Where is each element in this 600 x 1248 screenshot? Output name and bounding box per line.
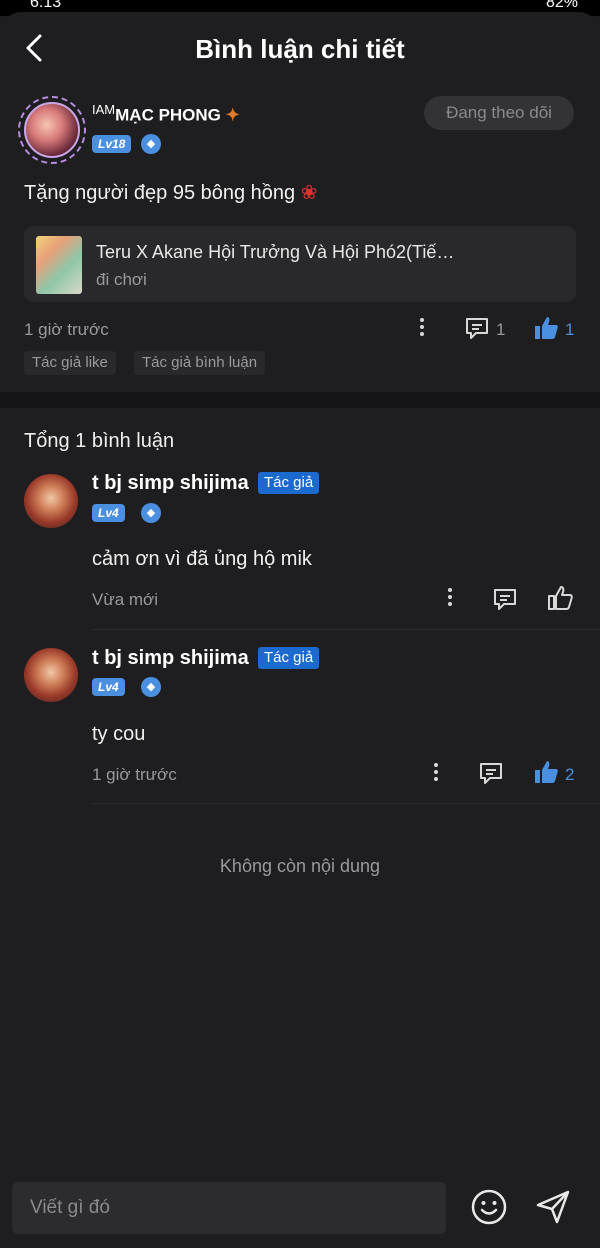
page-title: Bình luận chi tiết: [195, 34, 405, 64]
shield-icon: ◆: [141, 677, 161, 697]
commenter-name[interactable]: t bj simp shijima: [92, 472, 249, 495]
comment-icon[interactable]: [492, 586, 518, 612]
comment-icon[interactable]: [464, 315, 490, 341]
commenter-avatar[interactable]: [24, 648, 78, 702]
level-badge: Lv4: [92, 678, 125, 696]
story-title: Teru X Akane Hội Trưởng Và Hội Phó2(Tiế…: [96, 242, 455, 262]
shield-icon: ◆: [141, 134, 161, 154]
post-like-count: 1: [565, 320, 575, 339]
comment-icon[interactable]: [478, 760, 504, 786]
tag-author-comment: Tác giả bình luận: [134, 351, 266, 375]
level-badge: Lv4: [92, 504, 125, 522]
linked-story-card[interactable]: Teru X Akane Hội Trưởng Và Hội Phó2(Tiế……: [24, 226, 576, 302]
send-icon[interactable]: [534, 1188, 572, 1226]
post-time: 1 giờ trước: [24, 320, 109, 339]
section-separator: [0, 392, 600, 408]
like-icon[interactable]: [532, 314, 560, 342]
follow-button[interactable]: Đang theo dõi: [424, 96, 574, 130]
author-prefix: IAM: [92, 102, 116, 117]
story-thumbnail: [36, 236, 82, 294]
commenter-avatar[interactable]: [24, 474, 78, 528]
like-icon[interactable]: [546, 584, 574, 612]
avatar[interactable]: [24, 102, 80, 158]
leaf-icon: ✦: [220, 105, 240, 125]
comment-divider: [92, 629, 600, 630]
post-comment-count: 1: [496, 320, 506, 339]
comment-input[interactable]: [12, 1182, 446, 1234]
comment-text: ty cou: [92, 723, 146, 745]
comment-time: 1 giờ trước: [92, 765, 177, 784]
like-icon[interactable]: [532, 758, 560, 786]
comment-text: cảm ơn vì đã ủng hộ mik: [92, 548, 312, 570]
post: IAMMẠC PHONG ✦ Lv18 ◆ Đang theo dõi Tặng…: [0, 82, 600, 392]
tag-author-like: Tác giả like: [24, 351, 116, 375]
post-text-content: Tặng người đẹp 95 bông hồng: [24, 182, 296, 204]
header: Bình luận chi tiết: [0, 20, 600, 80]
commenter-name[interactable]: t bj simp shijima: [92, 647, 249, 670]
emoji-icon[interactable]: [470, 1188, 508, 1226]
end-of-content: Không còn nội dung: [219, 856, 381, 876]
more-icon[interactable]: [448, 588, 454, 609]
level-badge: Lv18: [92, 135, 132, 153]
comment-divider: [92, 803, 600, 804]
comment-like-count: 2: [565, 765, 575, 784]
more-icon[interactable]: [420, 318, 426, 339]
status-battery: 82%: [545, 0, 578, 11]
rose-icon: ❀: [300, 182, 318, 204]
comment-time: Vừa mới: [92, 590, 158, 609]
post-author-name[interactable]: IAMMẠC PHONG ✦: [92, 102, 240, 126]
comments-total: Tổng 1 bình luận: [24, 430, 175, 452]
status-time: 6:13: [30, 0, 62, 11]
story-subtitle: đi chơi: [96, 270, 147, 289]
author-name: MẠC PHONG: [115, 105, 221, 125]
more-icon[interactable]: [434, 763, 440, 784]
composer-bar: [0, 1168, 600, 1248]
author-badge: Tác giả: [258, 647, 320, 669]
post-text: Tặng người đẹp 95 bông hồng ❀: [24, 180, 318, 205]
author-badge: Tác giả: [258, 472, 320, 494]
shield-icon: ◆: [141, 503, 161, 523]
